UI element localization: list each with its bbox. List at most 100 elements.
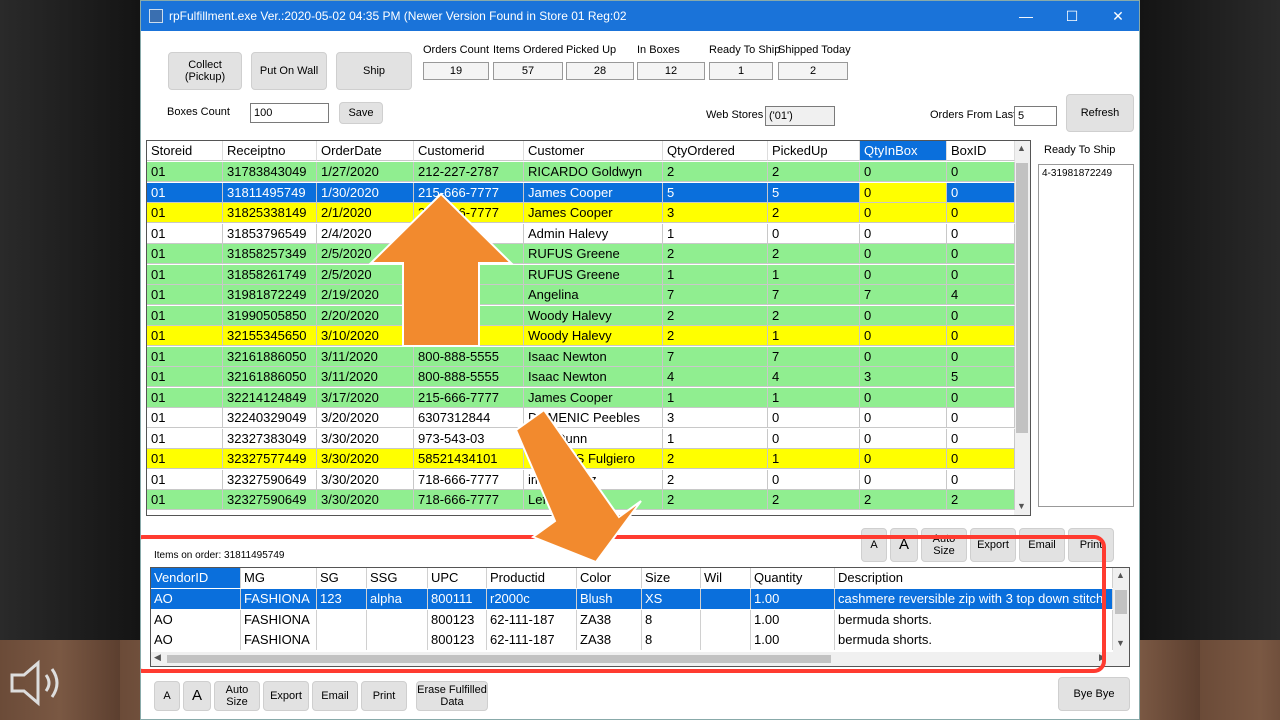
- table-cell[interactable]: 1/30/2020: [317, 182, 414, 203]
- table-cell[interactable]: 1: [768, 387, 860, 408]
- table-cell[interactable]: James Cooper: [524, 182, 663, 203]
- table-cell[interactable]: 0: [947, 428, 1015, 449]
- table-row[interactable]: 01 31783843049 1/27/2020 212-227-2787 RICARD…: [147, 162, 1015, 182]
- table-cell[interactable]: 31981872249: [223, 285, 317, 305]
- column-header[interactable]: QtyOrdered: [663, 141, 768, 161]
- table-cell[interactable]: RICARDO Goldwyn: [524, 162, 663, 182]
- items-vscrollbar[interactable]: ▲ ▼: [1113, 568, 1129, 666]
- table-row[interactable]: 01 32327590649 3/30/2020 718-666-7777 Lefkov…: [147, 490, 1015, 510]
- table-cell[interactable]: 31811495749: [223, 182, 317, 203]
- table-cell[interactable]: 0: [947, 408, 1015, 428]
- table-cell[interactable]: 0: [860, 305, 947, 326]
- table-cell[interactable]: James Cooper: [524, 203, 663, 223]
- table-cell[interactable]: 0: [947, 223, 1015, 244]
- close-button[interactable]: ✕: [1095, 1, 1139, 31]
- table-cell[interactable]: 1: [663, 264, 768, 285]
- column-header[interactable]: Customerid: [414, 141, 524, 161]
- table-cell[interactable]: 01: [147, 264, 223, 285]
- table-cell[interactable]: 1: [768, 449, 860, 469]
- scroll-up-icon[interactable]: ▲: [1017, 143, 1026, 153]
- footer-auto-size-button[interactable]: Auto Size: [214, 681, 260, 711]
- table-cell[interactable]: 01: [147, 244, 223, 264]
- table-cell[interactable]: 3/11/2020: [317, 367, 414, 387]
- scroll-down-icon[interactable]: ▼: [1017, 501, 1026, 511]
- table-row[interactable]: 01 32327577449 3/30/2020 58521434101 RNELIUS…: [147, 449, 1015, 469]
- table-cell[interactable]: 0: [860, 408, 947, 428]
- ship-button[interactable]: Ship: [336, 52, 412, 90]
- table-cell[interactable]: 01: [147, 305, 223, 326]
- table-cell[interactable]: 1: [663, 223, 768, 244]
- table-cell[interactable]: 2: [768, 203, 860, 223]
- table-cell[interactable]: 6: [414, 305, 524, 326]
- table-row[interactable]: 01 31858261749 2/5/2020 4740 RUFUS Greene 1 1 0…: [147, 264, 1015, 285]
- save-button[interactable]: Save: [339, 102, 383, 124]
- table-cell[interactable]: Isaac Newton: [524, 346, 663, 367]
- table-cell[interactable]: [414, 285, 524, 305]
- table-cell[interactable]: 215-666-7777: [414, 203, 524, 223]
- table-cell[interactable]: 1/27/2020: [317, 162, 414, 182]
- table-cell[interactable]: 2/1/2020: [317, 203, 414, 223]
- speaker-icon[interactable]: [8, 655, 68, 711]
- scroll-up-icon[interactable]: ▲: [1116, 570, 1125, 580]
- table-cell[interactable]: 31858261749: [223, 264, 317, 285]
- table-cell[interactable]: 01: [147, 326, 223, 346]
- table-cell[interactable]: Lefkovitz: [524, 490, 663, 510]
- table-cell[interactable]: 2: [768, 162, 860, 182]
- table-cell[interactable]: RUFUS Greene: [524, 244, 663, 264]
- table-cell[interactable]: 4: [663, 367, 768, 387]
- table-cell[interactable]: 2: [663, 305, 768, 326]
- table-cell[interactable]: 01: [147, 490, 223, 510]
- table-cell[interactable]: 0: [947, 469, 1015, 490]
- table-cell[interactable]: 0: [860, 264, 947, 285]
- maximize-button[interactable]: ☐: [1049, 1, 1095, 31]
- table-cell[interactable]: 01: [147, 346, 223, 367]
- table-cell[interactable]: 32327577449: [223, 449, 317, 469]
- table-cell[interactable]: 2/4/2020: [317, 223, 414, 244]
- table-cell[interactable]: EFF Dunn: [524, 428, 663, 449]
- table-cell[interactable]: Admin Halevy: [524, 223, 663, 244]
- table-cell[interactable]: 1: [768, 264, 860, 285]
- refresh-button[interactable]: Refresh: [1066, 94, 1134, 132]
- table-cell[interactable]: 0: [947, 162, 1015, 182]
- table-cell[interactable]: 0: [947, 387, 1015, 408]
- scroll-thumb[interactable]: [1115, 590, 1127, 614]
- table-cell[interactable]: Isaac Newton: [524, 367, 663, 387]
- table-cell[interactable]: 0: [860, 203, 947, 223]
- table-cell[interactable]: 212-227-2787: [414, 162, 524, 182]
- table-cell[interactable]: 3/17/2020: [317, 387, 414, 408]
- minimize-button[interactable]: —: [1003, 1, 1049, 31]
- table-cell[interactable]: 7: [768, 346, 860, 367]
- table-cell[interactable]: 800-888-5555: [414, 367, 524, 387]
- table-cell[interactable]: 58521434101: [414, 449, 524, 469]
- table-cell[interactable]: 718-666-7777: [414, 469, 524, 490]
- table-cell[interactable]: 0: [947, 305, 1015, 326]
- table-row[interactable]: 01 31853796549 2/4/2020 Admin Halevy 1 0 0 0: [147, 223, 1015, 244]
- footer-email-button[interactable]: Email: [312, 681, 358, 711]
- table-cell[interactable]: 2: [947, 490, 1015, 510]
- table-cell[interactable]: 3/20/2020: [317, 408, 414, 428]
- table-cell[interactable]: 7: [860, 285, 947, 305]
- table-cell[interactable]: 2: [663, 326, 768, 346]
- table-cell[interactable]: 0: [947, 264, 1015, 285]
- table-cell[interactable]: 01: [147, 223, 223, 244]
- column-header[interactable]: BoxID: [947, 141, 1015, 161]
- orders-grid-scrollbar[interactable]: ▲ ▼: [1014, 141, 1030, 515]
- table-cell[interactable]: 7: [768, 285, 860, 305]
- footer-font-larger-button[interactable]: A: [183, 681, 211, 711]
- erase-fulfilled-data-button[interactable]: Erase Fulfilled Data: [416, 681, 488, 711]
- column-header[interactable]: Storeid: [147, 141, 223, 161]
- table-cell[interactable]: 2/5/2020: [317, 244, 414, 264]
- footer-export-button[interactable]: Export: [263, 681, 309, 711]
- table-cell[interactable]: 32327383049: [223, 428, 317, 449]
- table-row[interactable]: 01 31811495749 1/30/2020 215-666-7777 James …: [147, 182, 1015, 203]
- table-row[interactable]: 01 32214124849 3/17/2020 215-666-7777 James …: [147, 387, 1015, 408]
- table-cell[interactable]: 0: [860, 244, 947, 264]
- table-cell[interactable]: 0: [947, 449, 1015, 469]
- table-cell[interactable]: 2: [663, 490, 768, 510]
- table-cell[interactable]: 3: [860, 367, 947, 387]
- table-row[interactable]: 01 31990505850 2/20/2020 6 Woody Halevy 2 2 0 0: [147, 305, 1015, 326]
- table-cell[interactable]: 7: [663, 346, 768, 367]
- table-cell[interactable]: 0: [860, 182, 947, 203]
- table-row[interactable]: 01 32161886050 3/11/2020 800-888-5555 Isaac …: [147, 346, 1015, 367]
- table-cell[interactable]: 3/11/2020: [317, 346, 414, 367]
